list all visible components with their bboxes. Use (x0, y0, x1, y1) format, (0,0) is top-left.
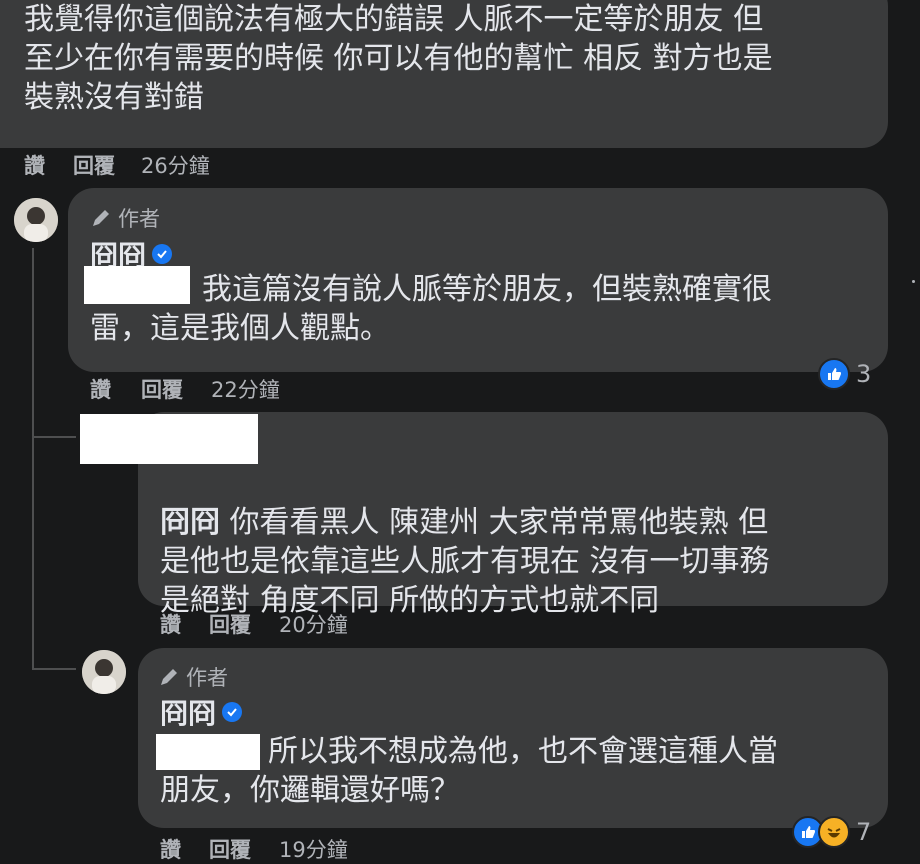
comment-2-text: 我這篇沒有說人脈等於朋友，但裝熟確實很 雷，這是我個人觀點。 (90, 272, 772, 346)
haha-reaction-icon (818, 816, 850, 848)
comment-2-actions: 讚 回覆 22分鐘 (90, 374, 280, 404)
comment-3-body: 你看看黑人 陳建州 大家常常罵他裝熟 但 是他也是依靠這些人脈才有現在 沒有一切… (160, 505, 770, 618)
avatar[interactable] (14, 198, 58, 242)
comment-4-text: 所以我不想成為他，也不會選這種人當 朋友，你邏輯還好嗎？ (160, 734, 778, 808)
reaction-count: 7 (856, 818, 872, 846)
like-button[interactable]: 讚 (160, 834, 181, 864)
comment-4-actions: 讚 回覆 19分鐘 (160, 834, 348, 864)
like-button[interactable]: 讚 (90, 374, 111, 404)
reply-button[interactable]: 回覆 (141, 374, 183, 404)
author-tag: 作者 (90, 203, 160, 233)
like-button[interactable]: 讚 (160, 609, 181, 639)
mention-tag[interactable]: 冏冏 (160, 505, 220, 540)
commenter-name[interactable]: 冏冏 (160, 692, 216, 732)
redacted-commenter-overlay (138, 414, 258, 464)
comment-3-actions: 讚 回覆 20分鐘 (160, 609, 348, 639)
scroll-indicator-dot (912, 280, 915, 283)
reply-button[interactable]: 回覆 (209, 834, 251, 864)
avatar[interactable] (82, 650, 126, 694)
like-button[interactable]: 讚 (24, 150, 45, 180)
thread-line-branch-2 (32, 668, 76, 670)
verified-badge-icon (152, 244, 173, 264)
reaction-count: 3 (856, 360, 872, 388)
pencil-icon (161, 669, 177, 685)
reaction-summary-2[interactable]: 3 (818, 358, 871, 390)
avatar-image (82, 650, 126, 694)
thread-line-branch-1 (32, 436, 76, 438)
like-reaction-icon (818, 358, 850, 390)
reaction-summary-4[interactable]: 7 (792, 816, 871, 848)
author-tag-label: 作者 (186, 666, 228, 690)
timestamp[interactable]: 22分鐘 (211, 374, 280, 404)
timestamp[interactable]: 26分鐘 (141, 150, 210, 180)
reply-button[interactable]: 回覆 (209, 609, 251, 639)
reply-button[interactable]: 回覆 (73, 150, 115, 180)
avatar-image (14, 198, 58, 242)
author-tag-label: 作者 (118, 207, 160, 231)
comment-1-text: 我覺得你這個說法有極大的錯誤 人脈不一定等於朋友 但 至少在你有需要的時候 你可… (24, 2, 773, 115)
comment-3-text: 冏冏 你看看黑人 陳建州 大家常常罵他裝熟 但 是他也是依靠這些人脈才有現在 沒… (160, 464, 770, 620)
comment-1-actions: 讚 回覆 26分鐘 (24, 150, 210, 180)
thread-line-vertical (32, 248, 34, 668)
comment-4-name-row: 冏冏 (160, 692, 243, 732)
author-tag: 作者 (158, 662, 228, 692)
timestamp[interactable]: 20分鐘 (279, 609, 348, 639)
pencil-icon (93, 210, 109, 226)
timestamp[interactable]: 19分鐘 (279, 834, 348, 864)
verified-badge-icon (222, 702, 243, 722)
